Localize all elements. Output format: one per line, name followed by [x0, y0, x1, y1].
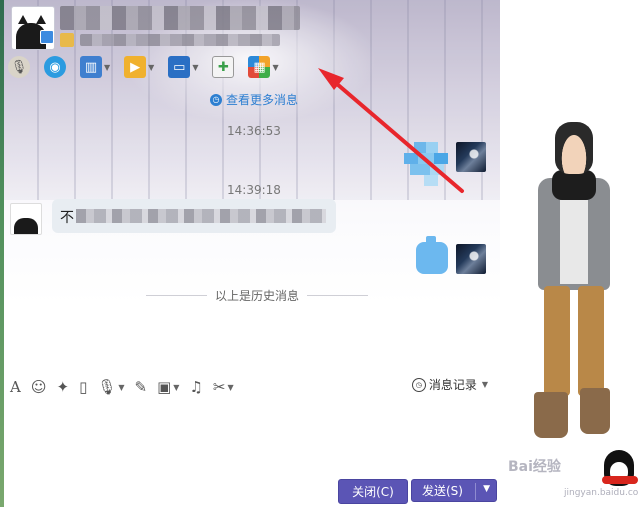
avatar-show-scarf: [552, 170, 596, 200]
clock-icon: ◷: [210, 93, 222, 106]
message-timestamp: 14:39:18: [227, 183, 281, 197]
divider-line: [307, 295, 369, 296]
emoji-icon: ☺: [30, 378, 47, 396]
magic-button[interactable]: ✦: [56, 378, 69, 396]
toolbar-video[interactable]: ◉: [44, 56, 66, 78]
chevron-down-icon: ▼: [481, 380, 488, 389]
toolbar-app[interactable]: ▥ ▼: [80, 56, 110, 78]
watermark-url: jingyan.baidu.com: [564, 488, 638, 498]
apps-icon: ▦: [248, 56, 271, 78]
avatar-show-boot-right: [580, 388, 610, 434]
chevron-down-icon[interactable]: ▼: [192, 63, 198, 72]
close-button-label: 关闭(C): [352, 485, 394, 499]
message-bubble: 不: [52, 199, 336, 233]
clock-icon: ◷: [411, 377, 426, 392]
avatar-silhouette: [14, 218, 38, 234]
history-divider-label: 以上是历史消息: [215, 289, 300, 303]
my-avatar[interactable]: [456, 142, 486, 172]
close-button[interactable]: 关闭(C): [338, 479, 408, 504]
message-history-button[interactable]: ◷ 消息记录 ▼: [411, 376, 488, 393]
shake-icon: ▯: [79, 378, 88, 396]
image-icon: ▣: [157, 378, 172, 396]
online-status-icon: [40, 30, 54, 44]
message-text: 不: [60, 210, 74, 226]
avatar-ear-right: [36, 15, 46, 24]
chevron-down-icon[interactable]: ▼: [104, 63, 110, 72]
toolbar-apps[interactable]: ▦ ▼: [248, 56, 279, 78]
message-history-label: 消息记录: [428, 378, 477, 392]
toolbar-note[interactable]: ✚: [212, 56, 235, 78]
shake-button[interactable]: ▯: [79, 378, 87, 396]
view-more-messages-link[interactable]: ◷ 查看更多消息: [210, 91, 298, 108]
avatar-show-leg-left: [544, 286, 570, 396]
folder-icon: ▶: [124, 56, 147, 78]
chevron-down-icon[interactable]: ▼: [272, 63, 278, 72]
baidu-watermark: Bai经验 jingyan.baidu.com: [508, 446, 638, 507]
contact-chat-avatar[interactable]: [10, 203, 42, 235]
avatar-show-leg-right: [578, 286, 604, 396]
app-icon: ▥: [80, 56, 102, 78]
edit-button[interactable]: ✎: [135, 378, 148, 396]
avatar-show-boot-left: [534, 392, 568, 438]
avatar-show-shirt: [560, 200, 588, 284]
penguin-scarf: [602, 476, 638, 484]
microphone-icon: 🎙: [97, 378, 117, 396]
send-button[interactable]: 发送(S) ▼: [411, 479, 497, 502]
chevron-down-icon[interactable]: ▼: [173, 383, 179, 392]
input-toolbar: A ☺ ✦ ▯ 🎙 ▼ ✎ ▣ ▼ ♫ ✂ ▼ ◷ 消息记录 ▼: [10, 376, 500, 398]
send-button-label: 发送(S): [422, 484, 463, 498]
chat-window: ▾ — □ ✕ 🎙 ◉ ▥ ▼ ▶ ▼ ▭ ▼ ✚ ▦ ▼: [0, 0, 638, 507]
message-bubble-redacted: [404, 142, 448, 186]
font-icon: A: [10, 378, 21, 396]
view-more-messages-label[interactable]: 查看更多消息: [226, 91, 298, 108]
signature-icon: [60, 33, 74, 47]
emoji-button[interactable]: ☺: [31, 378, 47, 396]
music-button[interactable]: ♫: [189, 378, 202, 396]
voice-message-button[interactable]: 🎙 ▼: [97, 378, 124, 396]
image-button[interactable]: ▣ ▼: [157, 378, 179, 396]
show-panel: [500, 0, 638, 507]
send-separator: [475, 483, 476, 500]
font-button[interactable]: A: [10, 378, 21, 396]
message-input[interactable]: [4, 400, 500, 470]
contact-name-redacted: [60, 6, 300, 30]
note-add-icon: ✚: [212, 56, 235, 78]
contact-signature-redacted: [80, 34, 280, 46]
watermark-text: Bai经验: [508, 459, 561, 475]
edit-icon: ✎: [134, 378, 148, 396]
toolbar-voice[interactable]: 🎙: [8, 56, 30, 78]
remote-icon: ▭: [168, 56, 191, 78]
message-text-redacted: [76, 209, 326, 223]
message-timestamp: 14:36:53: [227, 124, 281, 138]
history-divider: 以上是历史消息: [146, 287, 369, 304]
chevron-down-icon[interactable]: ▼: [227, 383, 233, 392]
scissors-icon: ✂: [212, 378, 226, 396]
divider-line: [146, 295, 207, 296]
avatar-show-head: [555, 122, 593, 174]
my-avatar[interactable]: [456, 244, 486, 274]
music-icon: ♫: [189, 378, 203, 396]
video-icon: ◉: [44, 56, 66, 78]
message-bubble: [416, 236, 448, 274]
screenshot-button[interactable]: ✂ ▼: [213, 378, 234, 396]
chevron-down-icon[interactable]: ▼: [148, 63, 154, 72]
top-toolbar: 🎙 ◉ ▥ ▼ ▶ ▼ ▭ ▼ ✚ ▦ ▼: [8, 54, 293, 80]
microphone-icon: 🎙: [8, 56, 30, 78]
chevron-down-icon[interactable]: ▼: [118, 383, 124, 392]
magic-wand-icon: ✦: [56, 378, 70, 396]
send-options-chevron-icon[interactable]: ▼: [483, 484, 490, 494]
toolbar-file[interactable]: ▶ ▼: [124, 56, 154, 78]
toolbar-remote[interactable]: ▭ ▼: [168, 56, 198, 78]
